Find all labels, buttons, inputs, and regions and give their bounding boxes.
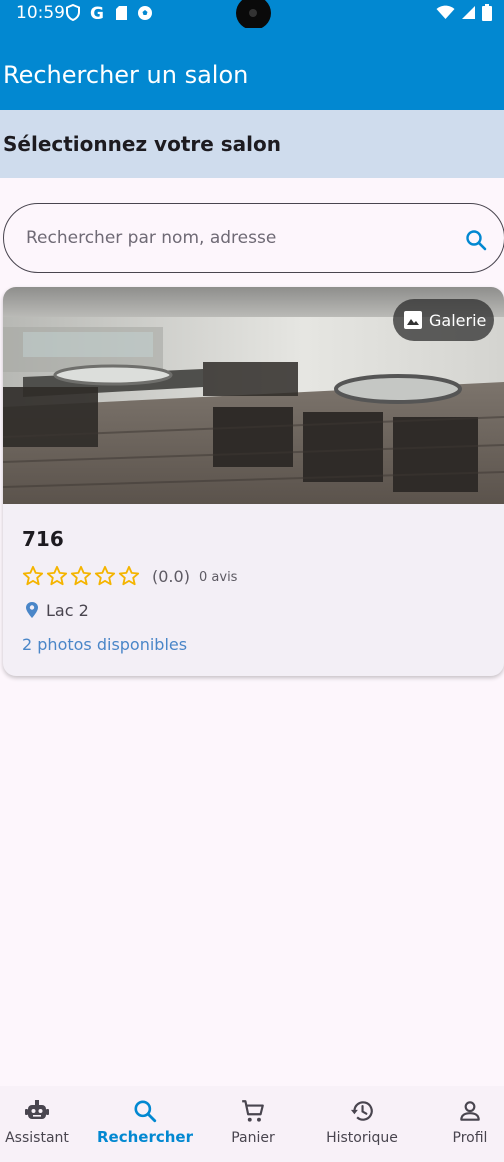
- sd-card-icon: [116, 5, 127, 20]
- app-bar: Rechercher un salon: [0, 28, 504, 110]
- nav-item-panier[interactable]: Panier: [203, 1098, 303, 1146]
- review-count: 0 avis: [199, 570, 238, 585]
- nav-item-rechercher[interactable]: Rechercher: [95, 1098, 195, 1146]
- section-header: Sélectionnez votre salon: [0, 110, 504, 178]
- star-outline-icon: [70, 565, 92, 586]
- nav-item-historique[interactable]: Historique: [312, 1098, 412, 1146]
- nav-label-panier: Panier: [231, 1130, 275, 1146]
- star-rating: [22, 565, 140, 587]
- nav-item-profil[interactable]: Profil: [420, 1098, 504, 1146]
- google-g-icon: G: [90, 4, 104, 21]
- battery-icon: [482, 4, 492, 21]
- search-bar[interactable]: [3, 203, 504, 273]
- soccer-ball-icon: [138, 5, 152, 20]
- gallery-button[interactable]: Galerie: [393, 299, 494, 341]
- front-camera: [236, 0, 271, 30]
- search-input[interactable]: [26, 228, 446, 248]
- signal-icon: [462, 6, 475, 19]
- search-icon[interactable]: [464, 228, 488, 252]
- person-icon: [460, 1101, 480, 1121]
- bottom-navigation: Assistant Rechercher Panier Historique P…: [0, 1086, 504, 1162]
- photo-library-icon: [404, 311, 422, 329]
- star-outline-icon: [94, 565, 116, 586]
- nav-item-assistant[interactable]: Assistant: [0, 1098, 87, 1146]
- star-outline-icon: [118, 565, 140, 586]
- cart-icon: [242, 1100, 264, 1122]
- shield-icon: [66, 4, 80, 21]
- rating-value: (0.0): [152, 567, 190, 586]
- page-title: Rechercher un salon: [3, 61, 249, 89]
- salon-name: 716: [22, 527, 64, 551]
- nav-label-assistant: Assistant: [5, 1130, 69, 1146]
- photos-available-link[interactable]: 2 photos disponibles: [22, 635, 187, 654]
- status-icons-right: [436, 4, 492, 21]
- svg-text:G: G: [90, 4, 104, 21]
- star-outline-icon: [46, 565, 68, 586]
- nav-label-rechercher: Rechercher: [96, 1128, 193, 1146]
- wifi-icon: [436, 5, 455, 19]
- status-icons-left: G: [66, 4, 153, 21]
- salon-location: Lac 2: [46, 601, 89, 620]
- search-icon: [134, 1100, 157, 1123]
- location-pin-icon: [26, 602, 38, 618]
- status-time: 10:59: [16, 3, 65, 23]
- history-icon: [350, 1101, 373, 1121]
- nav-label-profil: Profil: [452, 1130, 488, 1146]
- robot-icon: [25, 1100, 49, 1119]
- star-outline-icon: [22, 565, 44, 586]
- status-bar: 10:59 G: [0, 0, 504, 30]
- gallery-label: Galerie: [429, 310, 487, 330]
- section-title: Sélectionnez votre salon: [3, 132, 282, 156]
- salon-card[interactable]: Galerie 716 (0.0) 0 avis Lac 2 2 photos …: [3, 287, 504, 676]
- nav-label-historique: Historique: [326, 1130, 398, 1146]
